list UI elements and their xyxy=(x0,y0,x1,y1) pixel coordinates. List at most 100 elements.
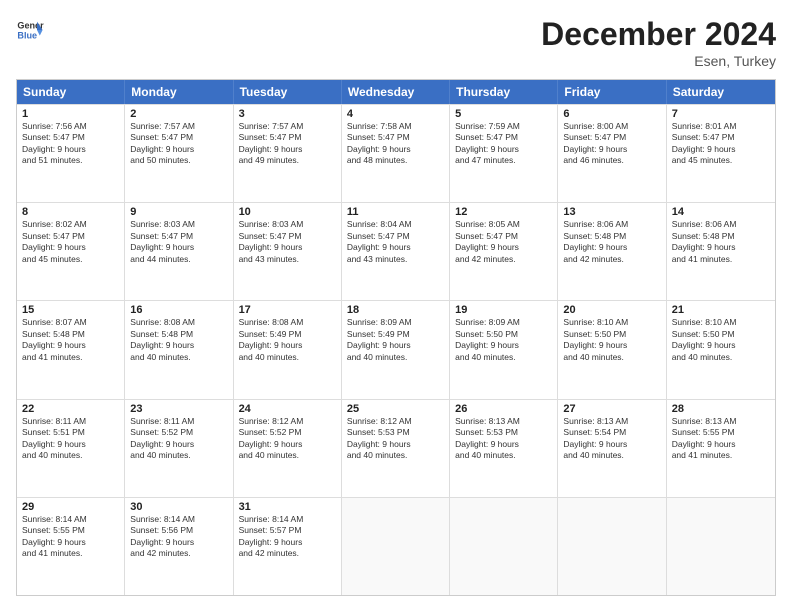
day-cell-16: 16Sunrise: 8:08 AMSunset: 5:48 PMDayligh… xyxy=(125,301,233,398)
day-info: Sunrise: 8:08 AMSunset: 5:48 PMDaylight:… xyxy=(130,317,227,363)
day-number: 23 xyxy=(130,403,227,415)
day-info: Sunrise: 8:14 AMSunset: 5:56 PMDaylight:… xyxy=(130,514,227,560)
day-info: Sunrise: 8:06 AMSunset: 5:48 PMDaylight:… xyxy=(563,219,660,265)
day-header-friday: Friday xyxy=(558,80,666,104)
day-cell-8: 8Sunrise: 8:02 AMSunset: 5:47 PMDaylight… xyxy=(17,203,125,300)
day-info: Sunrise: 8:05 AMSunset: 5:47 PMDaylight:… xyxy=(455,219,552,265)
day-info: Sunrise: 8:14 AMSunset: 5:57 PMDaylight:… xyxy=(239,514,336,560)
day-cell-31: 31Sunrise: 8:14 AMSunset: 5:57 PMDayligh… xyxy=(234,498,342,595)
day-number: 7 xyxy=(672,108,770,120)
day-cell-4: 4Sunrise: 7:58 AMSunset: 5:47 PMDaylight… xyxy=(342,105,450,202)
day-info: Sunrise: 8:09 AMSunset: 5:50 PMDaylight:… xyxy=(455,317,552,363)
day-info: Sunrise: 8:07 AMSunset: 5:48 PMDaylight:… xyxy=(22,317,119,363)
calendar-body: 1Sunrise: 7:56 AMSunset: 5:47 PMDaylight… xyxy=(17,104,775,595)
day-header-saturday: Saturday xyxy=(667,80,775,104)
day-number: 25 xyxy=(347,403,444,415)
day-number: 10 xyxy=(239,206,336,218)
day-cell-24: 24Sunrise: 8:12 AMSunset: 5:52 PMDayligh… xyxy=(234,400,342,497)
day-cell-12: 12Sunrise: 8:05 AMSunset: 5:47 PMDayligh… xyxy=(450,203,558,300)
day-info: Sunrise: 8:12 AMSunset: 5:53 PMDaylight:… xyxy=(347,416,444,462)
day-info: Sunrise: 8:04 AMSunset: 5:47 PMDaylight:… xyxy=(347,219,444,265)
day-header-thursday: Thursday xyxy=(450,80,558,104)
day-info: Sunrise: 7:59 AMSunset: 5:47 PMDaylight:… xyxy=(455,121,552,167)
day-cell-empty xyxy=(667,498,775,595)
day-info: Sunrise: 8:13 AMSunset: 5:55 PMDaylight:… xyxy=(672,416,770,462)
day-number: 29 xyxy=(22,501,119,513)
day-number: 1 xyxy=(22,108,119,120)
day-cell-13: 13Sunrise: 8:06 AMSunset: 5:48 PMDayligh… xyxy=(558,203,666,300)
day-info: Sunrise: 8:03 AMSunset: 5:47 PMDaylight:… xyxy=(130,219,227,265)
day-info: Sunrise: 8:11 AMSunset: 5:51 PMDaylight:… xyxy=(22,416,119,462)
day-cell-25: 25Sunrise: 8:12 AMSunset: 5:53 PMDayligh… xyxy=(342,400,450,497)
day-info: Sunrise: 8:14 AMSunset: 5:55 PMDaylight:… xyxy=(22,514,119,560)
day-cell-27: 27Sunrise: 8:13 AMSunset: 5:54 PMDayligh… xyxy=(558,400,666,497)
day-info: Sunrise: 7:57 AMSunset: 5:47 PMDaylight:… xyxy=(130,121,227,167)
day-number: 22 xyxy=(22,403,119,415)
day-info: Sunrise: 8:09 AMSunset: 5:49 PMDaylight:… xyxy=(347,317,444,363)
day-cell-18: 18Sunrise: 8:09 AMSunset: 5:49 PMDayligh… xyxy=(342,301,450,398)
day-number: 16 xyxy=(130,304,227,316)
day-cell-28: 28Sunrise: 8:13 AMSunset: 5:55 PMDayligh… xyxy=(667,400,775,497)
day-number: 13 xyxy=(563,206,660,218)
day-cell-empty xyxy=(558,498,666,595)
day-number: 8 xyxy=(22,206,119,218)
day-number: 21 xyxy=(672,304,770,316)
header: General Blue December 2024 Esen, Turkey xyxy=(16,16,776,69)
location: Esen, Turkey xyxy=(541,53,776,69)
day-header-monday: Monday xyxy=(125,80,233,104)
day-info: Sunrise: 8:06 AMSunset: 5:48 PMDaylight:… xyxy=(672,219,770,265)
day-number: 28 xyxy=(672,403,770,415)
day-cell-30: 30Sunrise: 8:14 AMSunset: 5:56 PMDayligh… xyxy=(125,498,233,595)
day-number: 17 xyxy=(239,304,336,316)
day-cell-26: 26Sunrise: 8:13 AMSunset: 5:53 PMDayligh… xyxy=(450,400,558,497)
day-cell-empty xyxy=(342,498,450,595)
svg-text:Blue: Blue xyxy=(17,30,37,40)
day-cell-6: 6Sunrise: 8:00 AMSunset: 5:47 PMDaylight… xyxy=(558,105,666,202)
day-info: Sunrise: 8:12 AMSunset: 5:52 PMDaylight:… xyxy=(239,416,336,462)
day-header-tuesday: Tuesday xyxy=(234,80,342,104)
day-number: 9 xyxy=(130,206,227,218)
day-cell-14: 14Sunrise: 8:06 AMSunset: 5:48 PMDayligh… xyxy=(667,203,775,300)
day-number: 3 xyxy=(239,108,336,120)
day-cell-1: 1Sunrise: 7:56 AMSunset: 5:47 PMDaylight… xyxy=(17,105,125,202)
day-info: Sunrise: 8:10 AMSunset: 5:50 PMDaylight:… xyxy=(672,317,770,363)
day-info: Sunrise: 8:01 AMSunset: 5:47 PMDaylight:… xyxy=(672,121,770,167)
day-cell-7: 7Sunrise: 8:01 AMSunset: 5:47 PMDaylight… xyxy=(667,105,775,202)
day-number: 30 xyxy=(130,501,227,513)
day-cell-15: 15Sunrise: 8:07 AMSunset: 5:48 PMDayligh… xyxy=(17,301,125,398)
week-row-4: 22Sunrise: 8:11 AMSunset: 5:51 PMDayligh… xyxy=(17,399,775,497)
day-number: 2 xyxy=(130,108,227,120)
day-info: Sunrise: 8:03 AMSunset: 5:47 PMDaylight:… xyxy=(239,219,336,265)
day-cell-empty xyxy=(450,498,558,595)
week-row-5: 29Sunrise: 8:14 AMSunset: 5:55 PMDayligh… xyxy=(17,497,775,595)
day-info: Sunrise: 8:02 AMSunset: 5:47 PMDaylight:… xyxy=(22,219,119,265)
day-info: Sunrise: 7:57 AMSunset: 5:47 PMDaylight:… xyxy=(239,121,336,167)
day-number: 19 xyxy=(455,304,552,316)
day-number: 14 xyxy=(672,206,770,218)
day-number: 26 xyxy=(455,403,552,415)
day-info: Sunrise: 7:58 AMSunset: 5:47 PMDaylight:… xyxy=(347,121,444,167)
day-number: 12 xyxy=(455,206,552,218)
calendar: SundayMondayTuesdayWednesdayThursdayFrid… xyxy=(16,79,776,596)
day-number: 20 xyxy=(563,304,660,316)
day-cell-2: 2Sunrise: 7:57 AMSunset: 5:47 PMDaylight… xyxy=(125,105,233,202)
day-info: Sunrise: 8:00 AMSunset: 5:47 PMDaylight:… xyxy=(563,121,660,167)
day-cell-19: 19Sunrise: 8:09 AMSunset: 5:50 PMDayligh… xyxy=(450,301,558,398)
day-number: 6 xyxy=(563,108,660,120)
day-header-sunday: Sunday xyxy=(17,80,125,104)
logo-icon: General Blue xyxy=(16,16,44,44)
day-header-wednesday: Wednesday xyxy=(342,80,450,104)
logo: General Blue xyxy=(16,16,44,44)
day-cell-29: 29Sunrise: 8:14 AMSunset: 5:55 PMDayligh… xyxy=(17,498,125,595)
month-title: December 2024 xyxy=(541,16,776,53)
day-cell-11: 11Sunrise: 8:04 AMSunset: 5:47 PMDayligh… xyxy=(342,203,450,300)
day-number: 18 xyxy=(347,304,444,316)
day-cell-17: 17Sunrise: 8:08 AMSunset: 5:49 PMDayligh… xyxy=(234,301,342,398)
day-info: Sunrise: 8:08 AMSunset: 5:49 PMDaylight:… xyxy=(239,317,336,363)
page: General Blue December 2024 Esen, Turkey … xyxy=(0,0,792,612)
day-cell-23: 23Sunrise: 8:11 AMSunset: 5:52 PMDayligh… xyxy=(125,400,233,497)
day-cell-9: 9Sunrise: 8:03 AMSunset: 5:47 PMDaylight… xyxy=(125,203,233,300)
day-number: 24 xyxy=(239,403,336,415)
week-row-2: 8Sunrise: 8:02 AMSunset: 5:47 PMDaylight… xyxy=(17,202,775,300)
day-number: 11 xyxy=(347,206,444,218)
